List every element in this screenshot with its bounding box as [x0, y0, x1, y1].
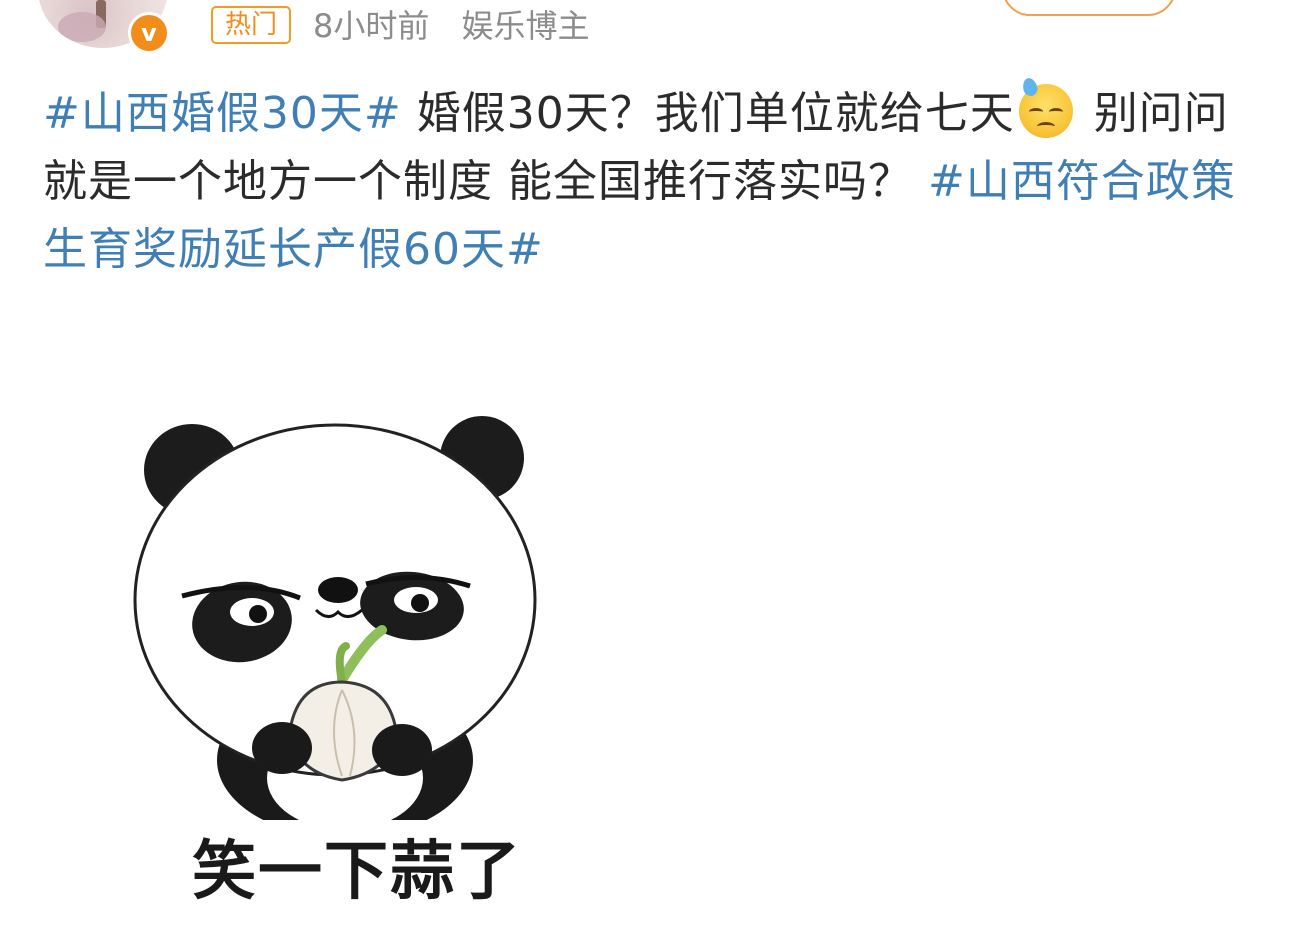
post-text: #山西婚假30天# 婚假30天？我们单位就给七天 别问问就是一个地方一个制度 能…: [43, 76, 1248, 284]
follow-button[interactable]: [1002, 0, 1176, 16]
post-time: 8小时前: [313, 7, 430, 45]
hot-tag: 热门: [211, 6, 292, 44]
panda-holding-garlic-icon: [133, 416, 537, 820]
verified-badge-icon: v: [128, 12, 170, 54]
author-type: 娱乐博主: [461, 7, 590, 45]
avatar-detail: [58, 12, 106, 42]
post-text-segment: 婚假30天？我们单位就给七天: [401, 88, 1015, 139]
topic-link[interactable]: #山西婚假30天#: [43, 88, 402, 139]
panda-sticker-image[interactable]: 笑一下蒜了: [130, 400, 560, 910]
post-meta: 8小时前 娱乐博主: [313, 4, 590, 48]
sweat-face-icon: [1018, 76, 1073, 138]
sticker-caption: 笑一下蒜了: [192, 835, 522, 909]
